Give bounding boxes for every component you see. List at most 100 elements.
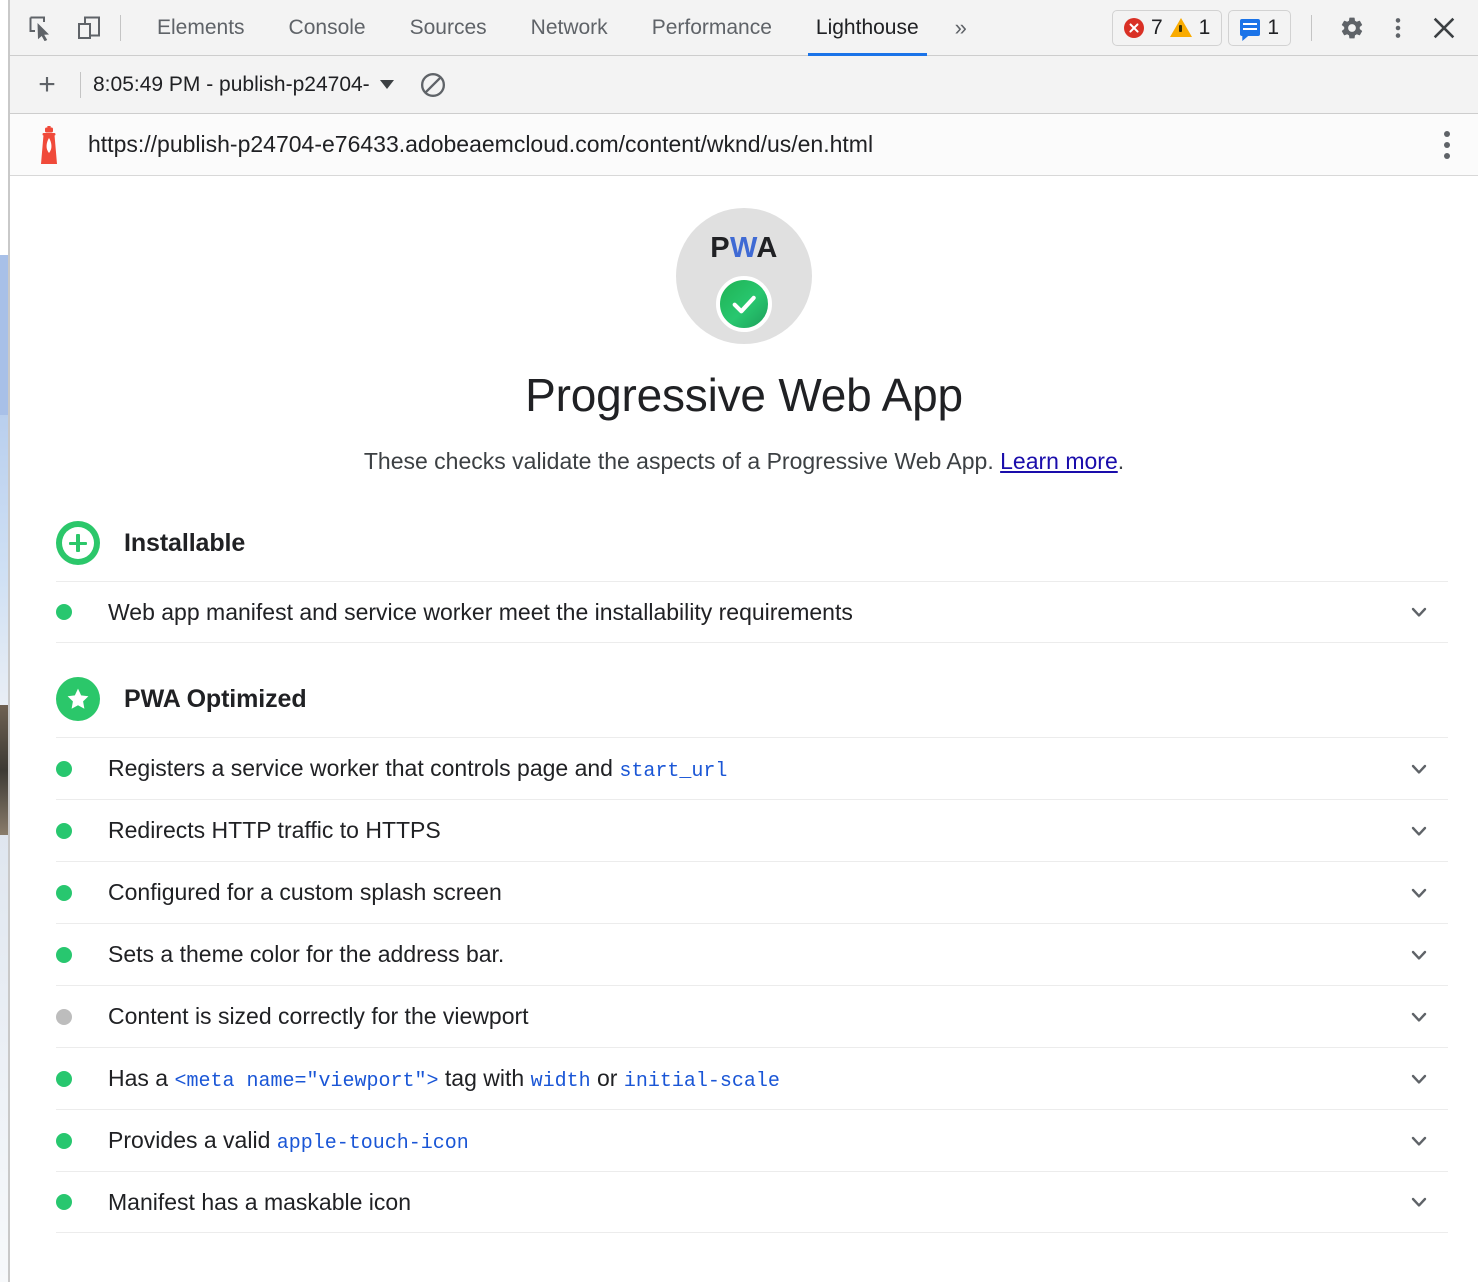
tab-console[interactable]: Console <box>267 0 388 56</box>
section-gap <box>10 643 1478 671</box>
devtools-window: Elements Console Sources Network Perform… <box>0 0 1478 1282</box>
audit-title: Manifest has a maskable icon <box>108 1189 411 1216</box>
devtools-panel: Elements Console Sources Network Perform… <box>10 0 1478 1282</box>
device-toolbar-icon[interactable] <box>72 11 106 45</box>
audit-code-token: apple-touch-icon <box>277 1132 469 1155</box>
table-row[interactable]: Content is sized correctly for the viewp… <box>56 985 1448 1047</box>
chevron-down-icon[interactable] <box>1404 940 1434 970</box>
audit-title: Configured for a custom splash screen <box>108 879 502 906</box>
page-sliver-band <box>0 705 8 835</box>
audit-title: Web app manifest and service worker meet… <box>108 599 853 626</box>
plus-circle-icon <box>56 521 100 565</box>
tab-network[interactable]: Network <box>509 0 630 56</box>
chevron-down-icon[interactable] <box>1404 1187 1434 1217</box>
report-run-select[interactable]: 8:05:49 PM - publish-p24704- <box>93 73 394 97</box>
tab-elements[interactable]: Elements <box>135 0 267 56</box>
audit-text-part: tag with <box>439 1065 531 1091</box>
message-count: 1 <box>1267 17 1279 38</box>
table-row[interactable]: Manifest has a maskable icon <box>56 1171 1448 1233</box>
star-circle-icon <box>56 677 100 721</box>
audit-text-part: Has a <box>108 1065 174 1091</box>
audit-list-installable: Web app manifest and service worker meet… <box>10 581 1478 643</box>
status-badge <box>56 885 72 901</box>
status-badge <box>56 1071 72 1087</box>
more-tabs-glyph: » <box>955 15 967 41</box>
table-row[interactable]: Sets a theme color for the address bar. <box>56 923 1448 985</box>
actionbar-divider <box>80 72 81 98</box>
chevron-down-icon[interactable] <box>1404 597 1434 627</box>
chevron-down-icon[interactable] <box>1404 1126 1434 1156</box>
tab-label: Console <box>289 16 366 40</box>
pwa-letter-w: W <box>730 232 756 264</box>
tabbar-divider <box>120 15 121 41</box>
page-sliver-band <box>0 0 8 255</box>
lighthouse-report: PWA Progressive Web App These checks val… <box>10 176 1478 1282</box>
audit-list-pwa-optimized: Registers a service worker that controls… <box>10 737 1478 1233</box>
tab-sources[interactable]: Sources <box>388 0 509 56</box>
page-sliver-band <box>0 255 8 415</box>
clear-report-button[interactable] <box>416 68 450 102</box>
chevron-down-icon[interactable] <box>1404 754 1434 784</box>
audit-title: Content is sized correctly for the viewp… <box>108 1003 529 1030</box>
new-report-button[interactable]: + <box>30 70 64 100</box>
audit-title: Sets a theme color for the address bar. <box>108 941 504 968</box>
dot <box>1444 131 1450 137</box>
error-count: 7 <box>1151 17 1163 38</box>
close-icon[interactable] <box>1424 8 1464 48</box>
plus-glyph <box>69 534 87 552</box>
devtools-tool-icons <box>10 11 106 45</box>
dot <box>1444 142 1450 148</box>
status-badge <box>56 1133 72 1149</box>
status-badge <box>56 823 72 839</box>
lighthouse-actionbar: + 8:05:49 PM - publish-p24704- <box>10 56 1478 114</box>
chevron-down-icon[interactable] <box>1404 1002 1434 1032</box>
pwa-letter-a: A <box>756 232 777 264</box>
section-title: Installable <box>124 529 245 558</box>
audit-code-token: width <box>531 1070 591 1093</box>
report-options-menu-icon[interactable] <box>1430 125 1464 165</box>
tab-performance[interactable]: Performance <box>630 0 794 56</box>
warning-icon <box>1170 18 1192 37</box>
audit-title: Provides a valid apple-touch-icon <box>108 1127 469 1155</box>
learn-more-link[interactable]: Learn more <box>1000 448 1118 474</box>
chevron-down-icon[interactable] <box>1404 816 1434 846</box>
audit-text-part: Configured for a custom splash screen <box>108 879 502 905</box>
more-tabs-icon[interactable]: » <box>941 0 981 56</box>
warning-count: 1 <box>1199 17 1211 38</box>
report-run-label: 8:05:49 PM - publish-p24704- <box>93 73 370 97</box>
lighthouse-icon <box>32 126 66 164</box>
inspect-element-icon[interactable] <box>24 11 58 45</box>
table-row[interactable]: Registers a service worker that controls… <box>56 737 1448 799</box>
report-urlbar: https://publish-p24704-e76433.adobeaemcl… <box>10 114 1478 176</box>
issues-counter[interactable]: 7 1 <box>1112 10 1222 46</box>
status-badge <box>56 761 72 777</box>
audit-title: Registers a service worker that controls… <box>108 755 727 783</box>
subtitle-text: These checks validate the aspects of a P… <box>364 448 1000 474</box>
pass-check-icon <box>716 276 772 332</box>
table-row[interactable]: Web app manifest and service worker meet… <box>56 581 1448 643</box>
table-row[interactable]: Configured for a custom splash screen <box>56 861 1448 923</box>
audit-text-part: Registers a service worker that controls… <box>108 755 619 781</box>
chevron-down-icon[interactable] <box>1404 878 1434 908</box>
page-sliver-band <box>0 835 8 1282</box>
page-subtitle: These checks validate the aspects of a P… <box>10 448 1478 475</box>
chevron-down-icon[interactable] <box>1404 1064 1434 1094</box>
table-row[interactable]: Provides a valid apple-touch-icon <box>56 1109 1448 1171</box>
report-url: https://publish-p24704-e76433.adobeaemcl… <box>88 131 873 158</box>
audit-code-token: initial-scale <box>624 1070 780 1093</box>
tabbar-divider-right <box>1311 15 1312 41</box>
status-badge <box>56 1194 72 1210</box>
pwa-wordmark: PWA <box>676 232 812 265</box>
gear-icon[interactable] <box>1332 8 1372 48</box>
messages-counter[interactable]: 1 <box>1228 10 1291 46</box>
kebab-menu-icon[interactable] <box>1378 8 1418 48</box>
table-row[interactable]: Has a <meta name="viewport"> tag with wi… <box>56 1047 1448 1109</box>
status-badge <box>56 604 72 620</box>
tab-lighthouse[interactable]: Lighthouse <box>794 0 941 56</box>
tab-label: Performance <box>652 16 772 40</box>
audit-text-part: Web app manifest and service worker meet… <box>108 599 853 625</box>
audit-title: Redirects HTTP traffic to HTTPS <box>108 817 441 844</box>
audit-text-part: Redirects HTTP traffic to HTTPS <box>108 817 441 843</box>
subtitle-period: . <box>1118 448 1124 474</box>
table-row[interactable]: Redirects HTTP traffic to HTTPS <box>56 799 1448 861</box>
